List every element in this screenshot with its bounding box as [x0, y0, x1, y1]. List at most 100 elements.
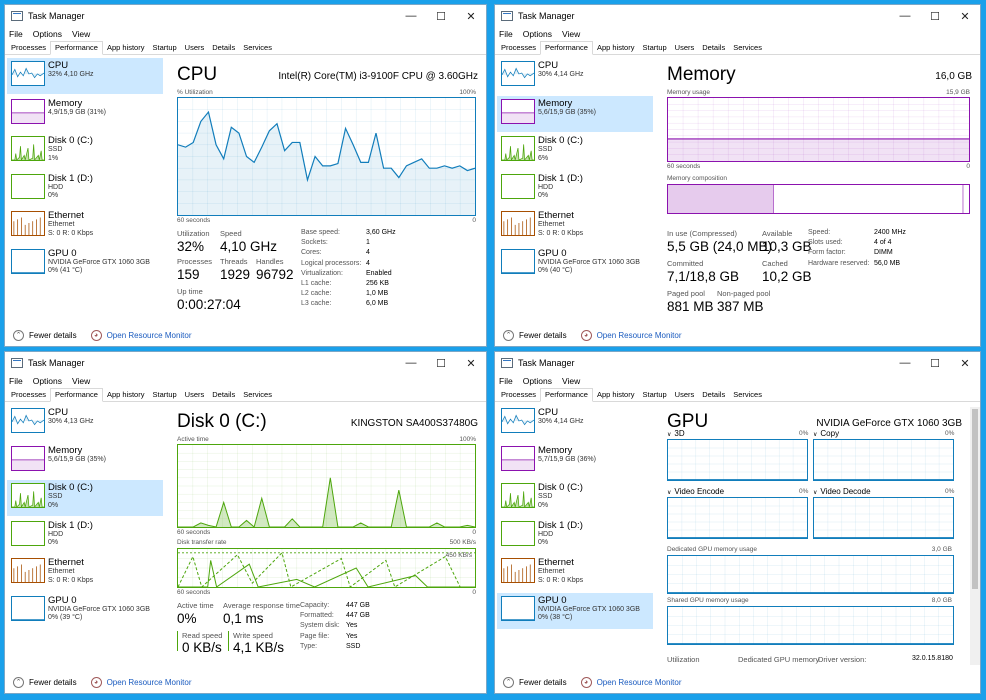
- engine-selector-0[interactable]: ∨ 3D: [667, 429, 685, 438]
- minimize-icon[interactable]: —: [890, 352, 920, 374]
- engine-selector-3[interactable]: ∨ Video Decode: [813, 487, 871, 496]
- sidebar-item-cpu[interactable]: CPU 30% 4,14 GHz: [497, 405, 653, 441]
- menu-file[interactable]: File: [9, 29, 23, 39]
- sidebar-item-memory[interactable]: Memory 4,9/15,9 GB (31%): [7, 96, 163, 132]
- tab-users[interactable]: Users: [181, 42, 209, 54]
- fewer-details-link[interactable]: Fewer details: [29, 678, 77, 687]
- fewer-details-link[interactable]: Fewer details: [519, 678, 567, 687]
- tab-app-history[interactable]: App history: [593, 42, 639, 54]
- chevron-up-icon[interactable]: ⌃: [13, 329, 24, 341]
- sidebar-item-disk-1[interactable]: Disk 1 (D:) HDD 0%: [7, 171, 163, 207]
- tab-processes[interactable]: Processes: [497, 389, 540, 401]
- tab-performance[interactable]: Performance: [540, 41, 593, 55]
- close-icon[interactable]: ✕: [456, 5, 486, 27]
- menu-view[interactable]: View: [562, 29, 580, 39]
- speed-value: 4,10 GHz: [220, 239, 278, 254]
- close-icon[interactable]: ✕: [456, 352, 486, 374]
- menu-view[interactable]: View: [72, 29, 90, 39]
- tab-processes[interactable]: Processes: [497, 42, 540, 54]
- title-bar[interactable]: Task Manager — ☐ ✕: [5, 352, 486, 374]
- tab-processes[interactable]: Processes: [7, 389, 50, 401]
- tab-details[interactable]: Details: [208, 42, 239, 54]
- title-bar[interactable]: Task Manager — ☐ ✕: [5, 5, 486, 27]
- menu-file[interactable]: File: [9, 376, 23, 386]
- tab-performance[interactable]: Performance: [540, 388, 593, 402]
- sidebar-item-cpu[interactable]: CPU 30% 4,13 GHz: [7, 405, 163, 441]
- sidebar-item-detail: 30% 4,14 GHz: [538, 71, 584, 78]
- maximize-icon[interactable]: ☐: [426, 5, 456, 27]
- vertical-scrollbar[interactable]: [970, 407, 980, 665]
- minimize-icon[interactable]: —: [396, 5, 426, 27]
- tab-startup[interactable]: Startup: [148, 42, 180, 54]
- chevron-up-icon[interactable]: ⌃: [13, 676, 24, 688]
- sidebar-item-disk-0[interactable]: Disk 0 (C:) SSD 6%: [497, 133, 653, 169]
- fewer-details-link[interactable]: Fewer details: [29, 331, 77, 340]
- maximize-icon[interactable]: ☐: [426, 352, 456, 374]
- tab-details[interactable]: Details: [208, 389, 239, 401]
- sidebar-item-ethernet[interactable]: Ethernet Ethernet S: 0 R: 0 Kbps: [7, 555, 163, 591]
- sidebar-item-memory[interactable]: Memory 5,7/15,9 GB (36%): [497, 443, 653, 479]
- tab-app-history[interactable]: App history: [593, 389, 639, 401]
- scrollbar-thumb[interactable]: [972, 409, 978, 589]
- chevron-up-icon[interactable]: ⌃: [503, 329, 514, 341]
- sidebar-item-ethernet[interactable]: Ethernet Ethernet S: 0 R: 0 Kbps: [497, 208, 653, 244]
- maximize-icon[interactable]: ☐: [920, 352, 950, 374]
- sidebar-item-gpu-0[interactable]: GPU 0 NVIDIA GeForce GTX 1060 3GB 0% (41 °…: [7, 246, 163, 282]
- menu-view[interactable]: View: [562, 376, 580, 386]
- tab-startup[interactable]: Startup: [638, 389, 670, 401]
- tab-services[interactable]: Services: [729, 389, 766, 401]
- fewer-details-link[interactable]: Fewer details: [519, 331, 567, 340]
- tab-services[interactable]: Services: [239, 42, 276, 54]
- tab-performance[interactable]: Performance: [50, 388, 103, 402]
- menu-file[interactable]: File: [499, 29, 513, 39]
- tab-details[interactable]: Details: [698, 389, 729, 401]
- tab-app-history[interactable]: App history: [103, 389, 149, 401]
- title-bar[interactable]: Task Manager — ☐ ✕: [495, 5, 980, 27]
- tab-startup[interactable]: Startup: [148, 389, 180, 401]
- sidebar-item-disk-0[interactable]: Disk 0 (C:) SSD 0%: [497, 480, 653, 516]
- tab-performance[interactable]: Performance: [50, 41, 103, 55]
- sidebar-item-disk-1[interactable]: Disk 1 (D:) HDD 0%: [7, 518, 163, 554]
- title-bar[interactable]: Task Manager — ☐ ✕: [495, 352, 980, 374]
- open-resource-monitor-link[interactable]: Open Resource Monitor: [107, 331, 192, 340]
- sidebar-item-ethernet[interactable]: Ethernet Ethernet S: 0 R: 0 Kbps: [7, 208, 163, 244]
- minimize-icon[interactable]: —: [396, 352, 426, 374]
- menu-file[interactable]: File: [499, 376, 513, 386]
- tab-users[interactable]: Users: [671, 389, 699, 401]
- sidebar-item-memory[interactable]: Memory 5,6/15,9 GB (35%): [7, 443, 163, 479]
- minimize-icon[interactable]: —: [890, 5, 920, 27]
- sidebar-item-ethernet[interactable]: Ethernet Ethernet S: 0 R: 0 Kbps: [497, 555, 653, 591]
- sidebar-item-memory[interactable]: Memory 5,6/15,9 GB (35%): [497, 95, 653, 132]
- open-resource-monitor-link[interactable]: Open Resource Monitor: [597, 331, 682, 340]
- sidebar-item-cpu[interactable]: CPU 30% 4,14 GHz: [497, 58, 653, 94]
- tab-users[interactable]: Users: [671, 42, 699, 54]
- tab-users[interactable]: Users: [181, 389, 209, 401]
- sidebar-item-disk-0[interactable]: Disk 0 (C:) SSD 0%: [7, 480, 163, 517]
- tab-services[interactable]: Services: [239, 389, 276, 401]
- sidebar-item-disk-1[interactable]: Disk 1 (D:) HDD 0%: [497, 171, 653, 207]
- sidebar-item-gpu-0[interactable]: GPU 0 NVIDIA GeForce GTX 1060 3GB 0% (39 °…: [7, 593, 163, 629]
- tab-processes[interactable]: Processes: [7, 42, 50, 54]
- menu-view[interactable]: View: [72, 376, 90, 386]
- tab-app-history[interactable]: App history: [103, 42, 149, 54]
- menu-options[interactable]: Options: [33, 376, 62, 386]
- close-icon[interactable]: ✕: [950, 352, 980, 374]
- menu-options[interactable]: Options: [523, 376, 552, 386]
- sidebar-item-disk-1[interactable]: Disk 1 (D:) HDD 0%: [497, 518, 653, 554]
- open-resource-monitor-link[interactable]: Open Resource Monitor: [597, 678, 682, 687]
- tab-startup[interactable]: Startup: [638, 42, 670, 54]
- menu-options[interactable]: Options: [33, 29, 62, 39]
- sidebar-item-gpu-0[interactable]: GPU 0 NVIDIA GeForce GTX 1060 3GB 0% (38 °…: [497, 592, 653, 629]
- open-resource-monitor-link[interactable]: Open Resource Monitor: [107, 678, 192, 687]
- sidebar-item-cpu[interactable]: CPU 32% 4,10 GHz: [7, 58, 163, 94]
- chevron-up-icon[interactable]: ⌃: [503, 676, 514, 688]
- engine-selector-1[interactable]: ∨ Copy: [813, 429, 839, 438]
- tab-details[interactable]: Details: [698, 42, 729, 54]
- sidebar-item-disk-0[interactable]: Disk 0 (C:) SSD 1%: [7, 133, 163, 169]
- sidebar-item-gpu-0[interactable]: GPU 0 NVIDIA GeForce GTX 1060 3GB 0% (40 °…: [497, 246, 653, 282]
- engine-selector-2[interactable]: ∨ Video Encode: [667, 487, 724, 496]
- close-icon[interactable]: ✕: [950, 5, 980, 27]
- maximize-icon[interactable]: ☐: [920, 5, 950, 27]
- menu-options[interactable]: Options: [523, 29, 552, 39]
- tab-services[interactable]: Services: [729, 42, 766, 54]
